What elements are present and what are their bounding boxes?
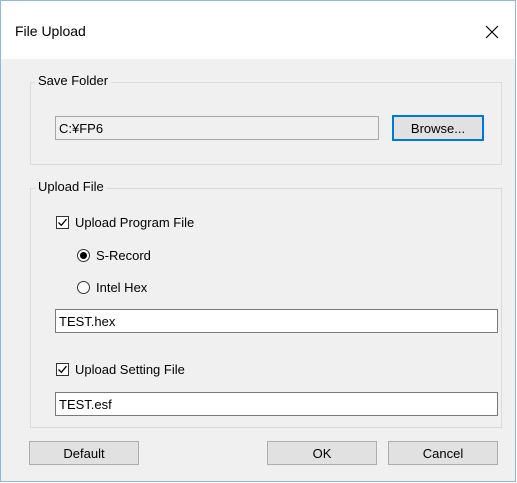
dialog-title: File Upload (15, 23, 86, 39)
checkbox-box[interactable] (56, 215, 69, 229)
close-icon (485, 25, 499, 39)
radio-selected-dot (80, 251, 87, 259)
upload-program-file-checkbox[interactable]: Upload Program File (56, 212, 194, 232)
radio-s-record[interactable]: S-Record (77, 245, 151, 265)
save-folder-path-field[interactable]: C:¥FP6 (55, 116, 379, 140)
radio-button[interactable] (77, 280, 90, 294)
setting-file-input[interactable]: TEST.esf (55, 392, 498, 416)
program-file-input[interactable]: TEST.hex (55, 309, 498, 333)
close-button[interactable] (469, 9, 515, 55)
upload-setting-file-checkbox[interactable]: Upload Setting File (56, 359, 185, 379)
checkmark-icon (58, 218, 67, 226)
checkmark-icon (58, 365, 67, 373)
cancel-button[interactable]: Cancel (388, 441, 498, 465)
upload-program-file-label: Upload Program File (75, 214, 195, 230)
upload-setting-file-label: Upload Setting File (75, 361, 185, 377)
default-button[interactable]: Default (29, 441, 139, 465)
upload-file-group-label: Upload File (35, 179, 107, 194)
radio-s-record-label: S-Record (96, 247, 151, 263)
radio-button[interactable] (77, 248, 90, 262)
radio-intel-hex-label: Intel Hex (96, 279, 148, 295)
radio-intel-hex[interactable]: Intel Hex (77, 277, 147, 297)
checkbox-box[interactable] (56, 362, 69, 376)
save-folder-group-label: Save Folder (35, 73, 112, 88)
file-upload-dialog: File Upload Save Folder C:¥FP6 Browse...… (0, 0, 516, 482)
browse-button[interactable]: Browse... (392, 115, 484, 141)
title-bar: File Upload (1, 1, 515, 59)
ok-button[interactable]: OK (267, 441, 377, 465)
